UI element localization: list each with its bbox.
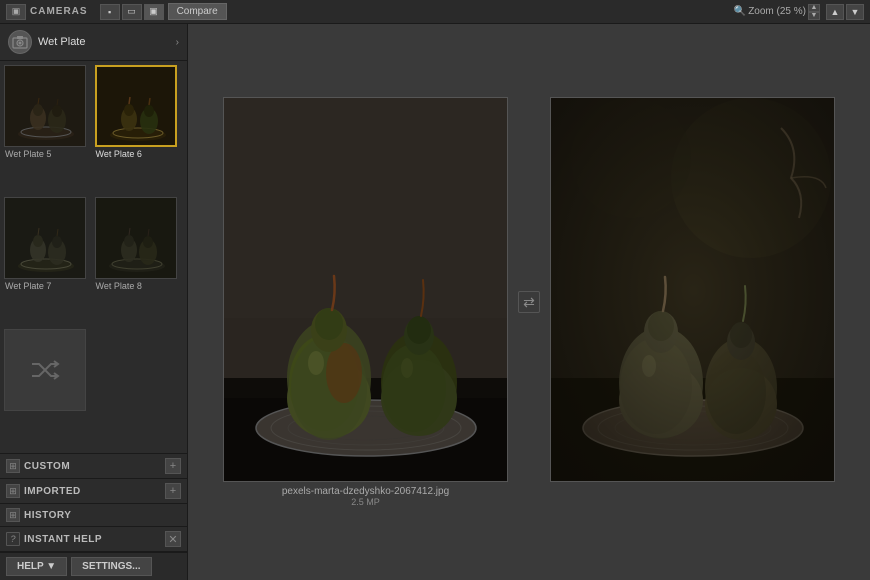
preset-thumb-5	[4, 65, 86, 147]
preview-filesize: 2.5 MP	[223, 497, 508, 507]
zoom-down-arrow[interactable]: ▼	[808, 12, 820, 20]
top-bar-left: ▣ CAMERAS ▪ ▭ ▣ Compare	[6, 3, 730, 20]
accordion-history[interactable]: ⊞ HISTORY	[0, 504, 187, 527]
preset-thumb-7	[4, 197, 86, 279]
nav-down-icon[interactable]: ▼	[846, 4, 864, 20]
zoom-up-arrow[interactable]: ▲	[808, 4, 820, 12]
search-icon: 🔍	[734, 6, 746, 17]
view-icons: ▪ ▭ ▣	[100, 4, 164, 20]
camera-name: Wet Plate	[38, 36, 170, 48]
history-icon: ⊞	[6, 508, 20, 522]
preset-item-7[interactable]: Wet Plate 7	[4, 197, 93, 327]
nav-up-icon[interactable]: ▲	[826, 4, 844, 20]
instant-help-label: INSTANT HELP	[24, 534, 161, 545]
left-image-wrap: pexels-marta-dzedyshko-2067412.jpg 2.5 M…	[223, 97, 508, 507]
preset-label-8: Wet Plate 8	[95, 279, 184, 293]
top-bar: ▣ CAMERAS ▪ ▭ ▣ Compare 🔍 Zoom (25 %) ▲ …	[0, 0, 870, 24]
history-label: HISTORY	[24, 510, 181, 521]
custom-plus-btn[interactable]: +	[165, 458, 181, 474]
preview-area: pexels-marta-dzedyshko-2067412.jpg 2.5 M…	[188, 24, 870, 580]
preset-item-5[interactable]: Wet Plate 5	[4, 65, 93, 195]
zoom-control: 🔍 Zoom (25 %) ▲ ▼	[734, 4, 820, 20]
view-icon-grid[interactable]: ▣	[144, 4, 164, 20]
preset-label-5: Wet Plate 5	[4, 147, 93, 161]
preset-thumb-shuffle	[4, 329, 86, 411]
instant-help-q-icon: ?	[6, 532, 20, 546]
sidebar: Wet Plate ›	[0, 24, 188, 580]
preset-label-shuffle	[4, 411, 93, 415]
accordion-sections: ⊞ CUSTOM + ⊞ IMPORTED + ⊞ HISTORY ? INST…	[0, 453, 187, 552]
custom-label: CUSTOM	[24, 461, 161, 472]
swap-icon[interactable]: ⇄	[518, 291, 540, 313]
imported-plus-btn[interactable]: +	[165, 483, 181, 499]
accordion-instant-help[interactable]: ? INSTANT HELP ✕	[0, 527, 187, 552]
preset-item-6[interactable]: Wet Plate 6	[95, 65, 184, 195]
nav-icons: ▲ ▼	[826, 4, 864, 20]
preset-item-8[interactable]: Wet Plate 8	[95, 197, 184, 327]
presets-grid: Wet Plate 5 W	[0, 61, 187, 453]
instant-help-close-btn[interactable]: ✕	[165, 531, 181, 547]
compare-button[interactable]: Compare	[168, 3, 227, 20]
cameras-label: CAMERAS	[30, 6, 88, 17]
preset-item-shuffle[interactable]	[4, 329, 93, 449]
preview-container: pexels-marta-dzedyshko-2067412.jpg 2.5 M…	[203, 77, 855, 527]
view-icon-double[interactable]: ▭	[122, 4, 142, 20]
preset-label-7: Wet Plate 7	[4, 279, 93, 293]
view-icon-single[interactable]: ▪	[100, 4, 120, 20]
preview-filename: pexels-marta-dzedyshko-2067412.jpg	[223, 486, 508, 497]
right-image-wrap	[550, 97, 835, 482]
left-preview-image	[223, 97, 508, 482]
settings-button[interactable]: SETTINGS...	[71, 557, 151, 576]
zoom-label: Zoom (25 %)	[748, 6, 806, 17]
top-bar-right: 🔍 Zoom (25 %) ▲ ▼ ▲ ▼	[734, 4, 864, 20]
imported-icon: ⊞	[6, 484, 20, 498]
custom-icon: ⊞	[6, 459, 20, 473]
main-content: Wet Plate ›	[0, 24, 870, 580]
help-button[interactable]: HELP ▼	[6, 557, 67, 576]
imported-label: IMPORTED	[24, 486, 161, 497]
accordion-custom[interactable]: ⊞ CUSTOM +	[0, 454, 187, 479]
preset-thumb-6	[95, 65, 177, 147]
camera-arrow[interactable]: ›	[176, 37, 179, 48]
sidebar-bottom-bar: HELP ▼ SETTINGS...	[0, 552, 187, 580]
grid-view-icon[interactable]: ▣	[6, 4, 26, 20]
camera-header: Wet Plate ›	[0, 24, 187, 61]
preset-label-6: Wet Plate 6	[95, 147, 184, 161]
accordion-imported[interactable]: ⊞ IMPORTED +	[0, 479, 187, 504]
right-preview-image	[550, 97, 835, 482]
preset-thumb-8	[95, 197, 177, 279]
camera-icon	[8, 30, 32, 54]
zoom-arrows: ▲ ▼	[808, 4, 820, 20]
